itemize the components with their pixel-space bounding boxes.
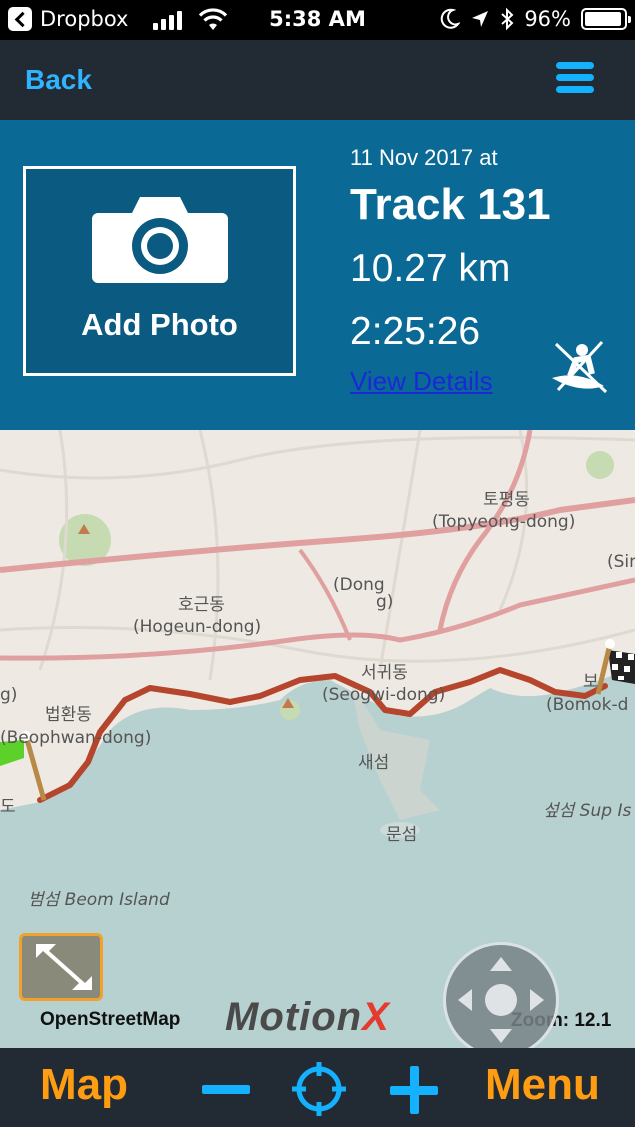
place-label: 문섬 xyxy=(386,825,418,845)
dpad-arrows-icon xyxy=(458,957,544,1043)
track-duration: 2:25:26 xyxy=(350,310,481,353)
battery-icon xyxy=(581,8,631,30)
track-name: Track 131 xyxy=(350,180,551,229)
add-photo-button[interactable]: Add Photo xyxy=(23,166,296,376)
motionx-logo-x: X xyxy=(362,995,390,1039)
add-photo-label: Add Photo xyxy=(81,307,238,342)
zoom-in-button[interactable] xyxy=(390,1066,438,1114)
place-label: (Bomok-d xyxy=(546,695,629,715)
place-label: (Sin xyxy=(607,552,635,572)
track-summary: Add Photo 11 Nov 2017 at Track 131 10.27… xyxy=(0,120,635,430)
status-bar: Dropbox 5:38 AM 96% xyxy=(0,0,635,40)
motionx-logo-text: Motion xyxy=(225,995,363,1039)
location-arrow-icon xyxy=(472,11,489,27)
place-label: (Seogwi-dong) xyxy=(322,685,446,705)
expand-map-button[interactable] xyxy=(19,933,103,1001)
place-label: g) xyxy=(376,592,394,612)
map-view[interactable]: 토평동 (Topyeong-dong) (Sin (Dong g) 호근동 (H… xyxy=(0,430,635,1048)
place-label: 법환동 xyxy=(45,705,92,725)
motionx-logo: MotionX xyxy=(225,995,390,1040)
bottom-toolbar: Map Menu xyxy=(0,1048,635,1127)
place-label: (Beophwan-dong) xyxy=(0,728,152,748)
place-label: 범섬 Beom Island xyxy=(28,890,170,910)
nav-bar: Back xyxy=(0,40,635,120)
place-label: g) xyxy=(0,685,18,705)
place-label: (Hogeun-dong) xyxy=(133,617,262,637)
place-label: 토평동 xyxy=(483,490,530,510)
moon-icon xyxy=(441,8,461,29)
camera-icon xyxy=(92,197,228,283)
map-attribution: OpenStreetMap xyxy=(40,1009,181,1030)
place-label: 호근동 xyxy=(178,595,225,615)
place-label: 도 xyxy=(0,797,16,817)
pan-dpad[interactable] xyxy=(443,942,559,1048)
place-label: 보 xyxy=(583,672,599,692)
kayak-icon[interactable] xyxy=(548,340,610,396)
expand-arrows-icon xyxy=(36,944,92,990)
menu-tab-button[interactable]: Menu xyxy=(485,1060,600,1110)
track-date: 11 Nov 2017 at xyxy=(350,145,498,170)
view-details-link[interactable]: View Details xyxy=(350,366,493,397)
battery-percent: 96% xyxy=(524,7,571,31)
back-button[interactable]: Back xyxy=(25,64,92,96)
map-tab-button[interactable]: Map xyxy=(40,1060,128,1110)
place-label: (Topyeong-dong) xyxy=(432,512,576,532)
place-label: 서귀동 xyxy=(361,663,408,683)
hamburger-menu-icon[interactable] xyxy=(556,62,594,94)
zoom-out-button[interactable] xyxy=(202,1085,250,1094)
place-label: 새섬 xyxy=(358,753,390,773)
bluetooth-icon xyxy=(501,7,514,31)
locate-crosshair-icon[interactable] xyxy=(292,1062,346,1116)
place-label: 섶섬 Sup Is xyxy=(543,801,632,821)
track-distance: 10.27 km xyxy=(350,247,511,290)
